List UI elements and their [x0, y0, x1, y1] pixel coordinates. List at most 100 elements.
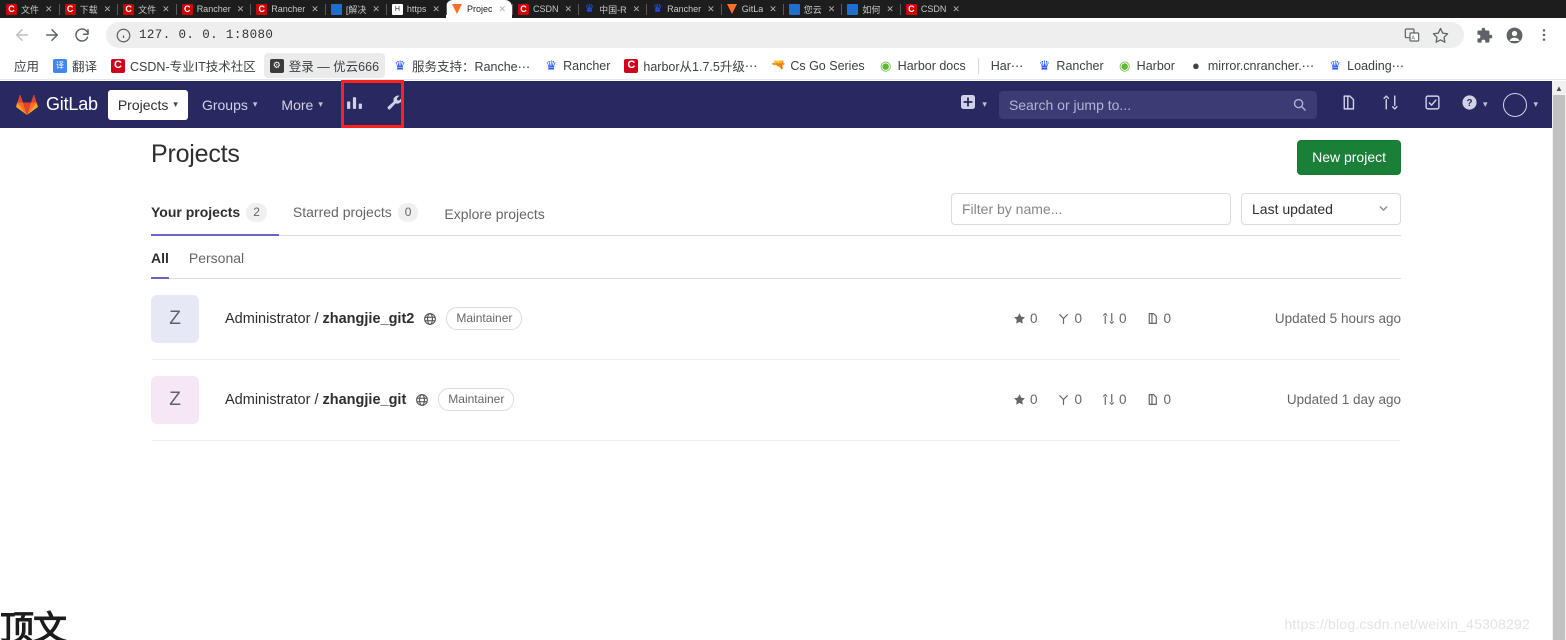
forward-button[interactable]: [38, 21, 66, 49]
browser-tab[interactable]: Hhttps ✕: [385, 0, 446, 18]
translate-page-icon[interactable]: A: [1398, 21, 1426, 49]
browser-tab[interactable]: C 下载 ✕: [58, 0, 118, 18]
browser-tab[interactable]: [解决 ✕: [324, 0, 386, 18]
site-info-icon[interactable]: [116, 28, 131, 43]
close-icon[interactable]: ✕: [633, 4, 641, 15]
nav-projects-dropdown[interactable]: Projects ▾: [107, 89, 188, 120]
close-icon[interactable]: ✕: [311, 4, 319, 15]
browser-tab[interactable]: GitLa ✕: [720, 0, 783, 18]
profile-avatar-icon[interactable]: [1500, 21, 1528, 49]
reload-button[interactable]: [68, 21, 96, 49]
browser-tab-title: Rancher: [271, 4, 306, 14]
back-button[interactable]: [8, 21, 36, 49]
tab-explore-projects[interactable]: Explore projects: [444, 194, 556, 236]
merge-requests-stat[interactable]: 0: [1102, 311, 1126, 326]
stars-stat[interactable]: 0: [1013, 311, 1037, 326]
close-icon[interactable]: ✕: [237, 4, 245, 15]
browser-menu-icon[interactable]: [1530, 21, 1558, 49]
global-search-input[interactable]: Search or jump to...: [998, 90, 1317, 119]
browser-tab-title: 如何: [862, 4, 881, 15]
nav-analytics-button[interactable]: [337, 88, 373, 122]
browser-tab-strip: C 文件 ✕ C 下载 ✕ C 文件 ✕ C Rancher ✕ C Rancher ✕ [解决 ✕ Hhttps…: [0, 0, 1566, 18]
close-icon[interactable]: ✕: [45, 4, 53, 15]
close-icon[interactable]: ✕: [432, 4, 440, 15]
browser-tab[interactable]: C Rancher ✕: [250, 0, 325, 18]
close-icon[interactable]: ✕: [952, 4, 960, 15]
bookmark-item[interactable]: 应用: [8, 53, 45, 78]
project-name-link[interactable]: Administrator / zhangjie_git: [225, 392, 406, 408]
tab-your-projects[interactable]: Your projects 2: [151, 191, 279, 236]
bookmark-item[interactable]: ♛ Rancher: [1031, 56, 1109, 76]
browser-tab[interactable]: Projec ✕: [445, 0, 513, 18]
close-icon[interactable]: ✕: [104, 4, 112, 15]
bookmark-item[interactable]: Charbor从1.7.5升级⋯: [618, 53, 763, 78]
scrollbar-up-arrow[interactable]: ▲: [1552, 81, 1566, 95]
nav-admin-area-button[interactable]: [377, 88, 413, 122]
browser-tab[interactable]: C 文件 ✕: [117, 0, 176, 18]
project-row[interactable]: Z Administrator / zhangjie_git2 Maintainer…: [151, 279, 1401, 360]
project-info: Administrator / zhangjie_git2 Maintainer: [225, 306, 1013, 331]
browser-tab[interactable]: 您云 ✕: [782, 0, 842, 18]
scrollbar-thumb[interactable]: [1553, 95, 1565, 640]
gitlab-home-link[interactable]: GitLab: [8, 94, 106, 116]
chart-bar-icon: [346, 94, 363, 116]
bookmark-item[interactable]: C CSDN-专业IT技术社区: [105, 53, 262, 78]
csdn-icon: C: [123, 3, 135, 15]
bookmark-item[interactable]: ♛ Rancher: [538, 56, 616, 76]
issues-stat[interactable]: 0: [1146, 392, 1171, 407]
bookmark-item[interactable]: ● mirror.cnrancher.⋯: [1183, 55, 1320, 76]
bookmark-item[interactable]: ♛ 服务支持：Ranche⋯: [387, 53, 536, 78]
todo-check-icon: [1424, 94, 1441, 116]
nav-todos-button[interactable]: [1415, 88, 1451, 122]
subtab-all[interactable]: All: [151, 238, 169, 279]
close-icon[interactable]: ✕: [707, 4, 715, 15]
nav-groups-dropdown[interactable]: Groups ▾: [192, 90, 267, 120]
browser-tab[interactable]: ♛ 中国-R ✕: [578, 0, 646, 18]
nav-help-dropdown[interactable]: ? ▾: [1457, 88, 1492, 122]
browser-tab-title: https: [406, 4, 427, 14]
browser-tab[interactable]: C 文件 ✕: [0, 0, 59, 18]
project-row[interactable]: Z Administrator / zhangjie_git Maintainer 0…: [151, 360, 1401, 441]
filter-by-name-input[interactable]: Filter by name...: [951, 192, 1231, 225]
browser-tab[interactable]: ♛ Rancher ✕: [646, 0, 721, 18]
bookmark-item[interactable]: 译翻译: [47, 53, 103, 78]
subtab-personal[interactable]: Personal: [189, 238, 244, 279]
sort-select[interactable]: Last updated: [1241, 192, 1401, 225]
forks-stat[interactable]: 0: [1057, 311, 1082, 326]
bookmark-item[interactable]: ⚙ 登录 — 优云666: [263, 53, 386, 78]
browser-tab[interactable]: 如何 ✕: [841, 0, 900, 18]
page-scrollbar[interactable]: ▲: [1552, 81, 1566, 640]
browser-tab[interactable]: C CSDN ✕: [512, 0, 578, 18]
close-icon[interactable]: ✕: [828, 4, 836, 15]
close-icon[interactable]: ✕: [372, 4, 380, 15]
nav-user-dropdown[interactable]: ▾: [1497, 88, 1544, 122]
close-icon[interactable]: ✕: [769, 4, 777, 15]
close-icon[interactable]: ✕: [886, 4, 894, 15]
bookmark-item[interactable]: ♛ Loading⋯: [1322, 55, 1410, 76]
bookmark-item[interactable]: 🔫 Cs Go Series: [765, 56, 870, 76]
issues-stat[interactable]: 0: [1146, 311, 1171, 326]
close-icon[interactable]: ✕: [565, 4, 573, 15]
project-name-link[interactable]: Administrator / zhangjie_git2: [225, 311, 414, 327]
close-icon[interactable]: ✕: [162, 4, 170, 15]
forks-stat[interactable]: 0: [1057, 392, 1082, 407]
bookmark-item[interactable]: Har⋯: [985, 55, 1030, 76]
close-icon[interactable]: ✕: [498, 4, 506, 15]
nav-more-dropdown[interactable]: More ▾: [271, 90, 332, 120]
tab-label: Explore projects: [444, 205, 545, 222]
nav-snippets-button[interactable]: [1331, 88, 1367, 122]
nav-new-dropdown[interactable]: ▾: [956, 88, 991, 122]
merge-requests-stat[interactable]: 0: [1102, 392, 1126, 407]
tab-starred-projects[interactable]: Starred projects 0: [293, 191, 431, 236]
bookmark-star-icon[interactable]: [1426, 21, 1454, 49]
stars-stat[interactable]: 0: [1013, 392, 1037, 407]
browser-tab[interactable]: C Rancher ✕: [175, 0, 251, 18]
url-text: 127. 0. 0. 1:8080: [139, 28, 274, 42]
bookmark-item[interactable]: ◉ Harbor docs: [873, 56, 972, 76]
nav-merge-requests-button[interactable]: [1373, 88, 1409, 122]
address-bar[interactable]: 127. 0. 0. 1:8080 A: [106, 22, 1464, 48]
new-project-button[interactable]: New project: [1297, 140, 1401, 175]
extensions-puzzle-icon[interactable]: [1470, 21, 1498, 49]
browser-tab[interactable]: C CSDN ✕: [899, 0, 966, 18]
bookmark-item[interactable]: ◉ Harbor: [1112, 56, 1181, 76]
